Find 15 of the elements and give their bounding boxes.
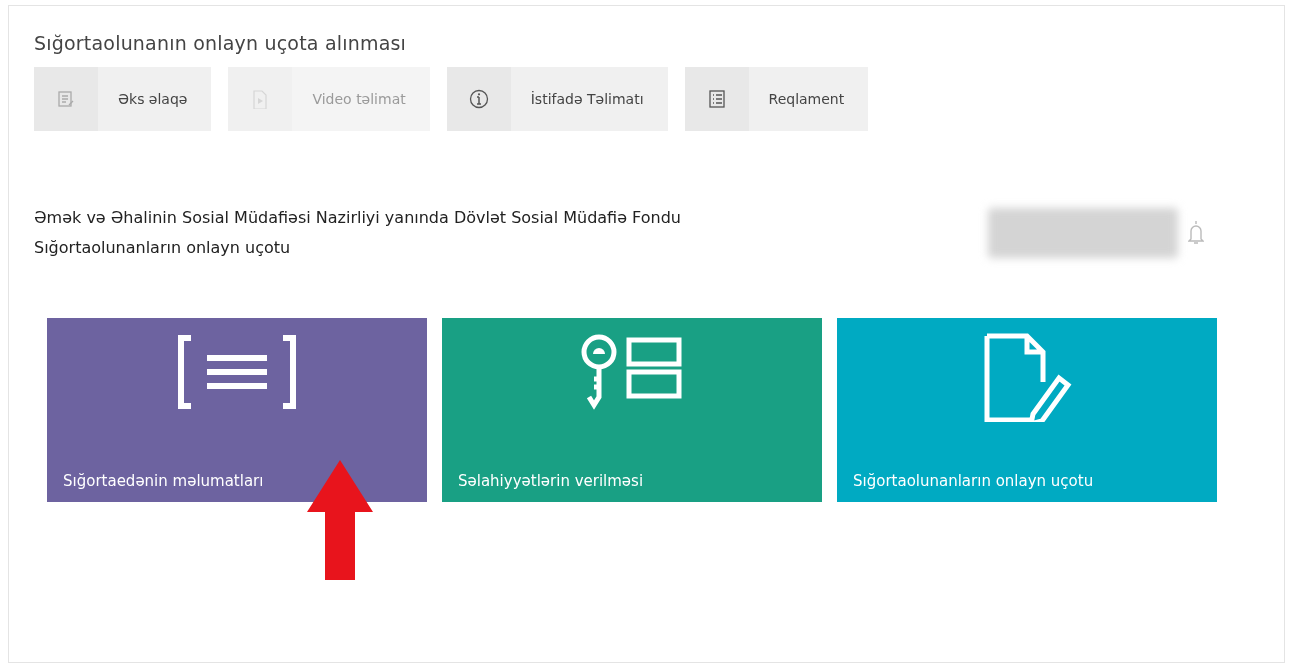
menu-tile[interactable]: Sığortaolunanların onlayn uçotu <box>837 318 1217 502</box>
blurred-user-badge[interactable] <box>988 208 1178 258</box>
menu-tile[interactable]: Səlahiyyətlərin verilməsi <box>442 318 822 502</box>
toolbar-button[interactable]: İstifadə Təlimatı <box>446 67 668 131</box>
toolbar-button[interactable]: Əks əlaqə <box>34 67 212 131</box>
feedback-icon <box>56 89 76 109</box>
toolbar-button[interactable]: Reqlament <box>684 67 869 131</box>
list-icon <box>706 89 727 109</box>
bell-icon[interactable] <box>1188 220 1204 246</box>
list-document-icon <box>177 332 297 412</box>
menu-tile[interactable]: Sığortaedənin məlumatları <box>47 318 427 502</box>
info-icon <box>468 89 489 109</box>
organization-name: Əmək və Əhalinin Sosial Müdafiəsi Nazirliyi yanında Dövlət Sosial Müdafiə Fondu <box>34 207 681 229</box>
page-title: Sığortaolunanın onlayn uçota alınması <box>34 32 408 54</box>
service-name: Sığortaolunanların onlayn uçotu <box>34 237 292 259</box>
